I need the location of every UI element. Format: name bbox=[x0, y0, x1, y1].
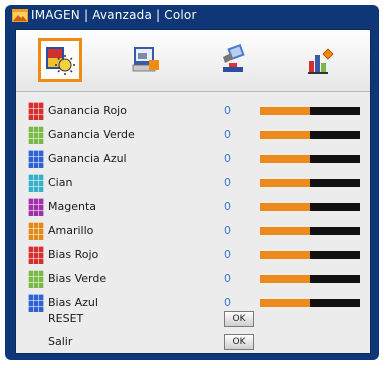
tab-bar bbox=[16, 30, 370, 92]
setting-row[interactable]: Amarillo 0 bbox=[28, 220, 364, 242]
slider-fill bbox=[260, 227, 310, 235]
menu-folder-icon bbox=[12, 9, 28, 22]
exit-label: Salir bbox=[48, 335, 73, 348]
color-grid-icon bbox=[28, 246, 44, 264]
setting-slider[interactable] bbox=[260, 299, 360, 307]
color-grid-icon bbox=[28, 174, 44, 192]
color-grid-icon bbox=[28, 150, 44, 168]
exit-ok-button[interactable]: OK bbox=[224, 334, 254, 350]
tab-setup[interactable] bbox=[212, 38, 256, 82]
setting-label: Bias Rojo bbox=[48, 248, 99, 261]
setting-slider[interactable] bbox=[260, 203, 360, 211]
setting-slider[interactable] bbox=[260, 107, 360, 115]
setting-slider[interactable] bbox=[260, 227, 360, 235]
image-settings-icon bbox=[46, 47, 75, 75]
title-bar: IMAGEN | Avanzada | Color bbox=[5, 5, 379, 25]
osd-menu: IMAGEN | Avanzada | Color Ganancia Rojo … bbox=[5, 5, 379, 360]
setting-value: 0 bbox=[224, 128, 231, 141]
slider-fill bbox=[260, 131, 310, 139]
setting-row[interactable]: Ganancia Verde 0 bbox=[28, 124, 364, 146]
setup-icon bbox=[223, 43, 245, 72]
setting-row[interactable]: Bias Verde 0 bbox=[28, 268, 364, 290]
slider-fill bbox=[260, 155, 310, 163]
color-grid-icon bbox=[28, 102, 44, 120]
setting-slider[interactable] bbox=[260, 155, 360, 163]
slider-fill bbox=[260, 179, 310, 187]
setting-value: 0 bbox=[224, 152, 231, 165]
setting-row[interactable]: Ganancia Azul 0 bbox=[28, 148, 364, 170]
setting-value: 0 bbox=[224, 272, 231, 285]
setting-row[interactable]: Cian 0 bbox=[28, 172, 364, 194]
options-icon bbox=[308, 48, 334, 74]
tab-options[interactable] bbox=[298, 38, 342, 82]
slider-fill bbox=[260, 275, 310, 283]
setting-value: 0 bbox=[224, 248, 231, 261]
color-grid-icon bbox=[28, 270, 44, 288]
setting-row[interactable]: Bias Rojo 0 bbox=[28, 244, 364, 266]
setting-label: Ganancia Rojo bbox=[48, 104, 127, 117]
setting-slider[interactable] bbox=[260, 275, 360, 283]
menu-panel: Ganancia Rojo 0 Ganancia Verde 0 Ganancia Az… bbox=[15, 29, 371, 354]
setting-slider[interactable] bbox=[260, 251, 360, 259]
setting-slider[interactable] bbox=[260, 131, 360, 139]
color-grid-icon bbox=[28, 126, 44, 144]
reset-label: RESET bbox=[48, 312, 84, 325]
reset-row[interactable]: RESET OK bbox=[28, 308, 364, 330]
color-grid-icon bbox=[28, 222, 44, 240]
slider-fill bbox=[260, 299, 310, 307]
window-title: IMAGEN | Avanzada | Color bbox=[31, 8, 197, 22]
exit-row[interactable]: Salir OK bbox=[28, 331, 364, 353]
slider-fill bbox=[260, 251, 310, 259]
tab-image[interactable] bbox=[38, 38, 82, 82]
setting-label: Cian bbox=[48, 176, 73, 189]
tab-display[interactable] bbox=[124, 38, 168, 82]
color-grid-icon bbox=[28, 198, 44, 216]
setting-value: 0 bbox=[224, 176, 231, 189]
slider-fill bbox=[260, 107, 310, 115]
reset-ok-button[interactable]: OK bbox=[224, 311, 254, 327]
setting-value: 0 bbox=[224, 224, 231, 237]
display-settings-icon bbox=[132, 47, 159, 72]
setting-row[interactable]: Magenta 0 bbox=[28, 196, 364, 218]
setting-label: Bias Verde bbox=[48, 272, 107, 285]
setting-value: 0 bbox=[224, 104, 231, 117]
setting-slider[interactable] bbox=[260, 179, 360, 187]
setting-row[interactable]: Ganancia Rojo 0 bbox=[28, 100, 364, 122]
setting-value: 0 bbox=[224, 200, 231, 213]
setting-label: Ganancia Azul bbox=[48, 152, 127, 165]
slider-fill bbox=[260, 203, 310, 211]
setting-label: Magenta bbox=[48, 200, 97, 213]
setting-label: Amarillo bbox=[48, 224, 94, 237]
setting-label: Ganancia Verde bbox=[48, 128, 135, 141]
menu-content: Ganancia Rojo 0 Ganancia Verde 0 Ganancia Az… bbox=[16, 92, 370, 353]
